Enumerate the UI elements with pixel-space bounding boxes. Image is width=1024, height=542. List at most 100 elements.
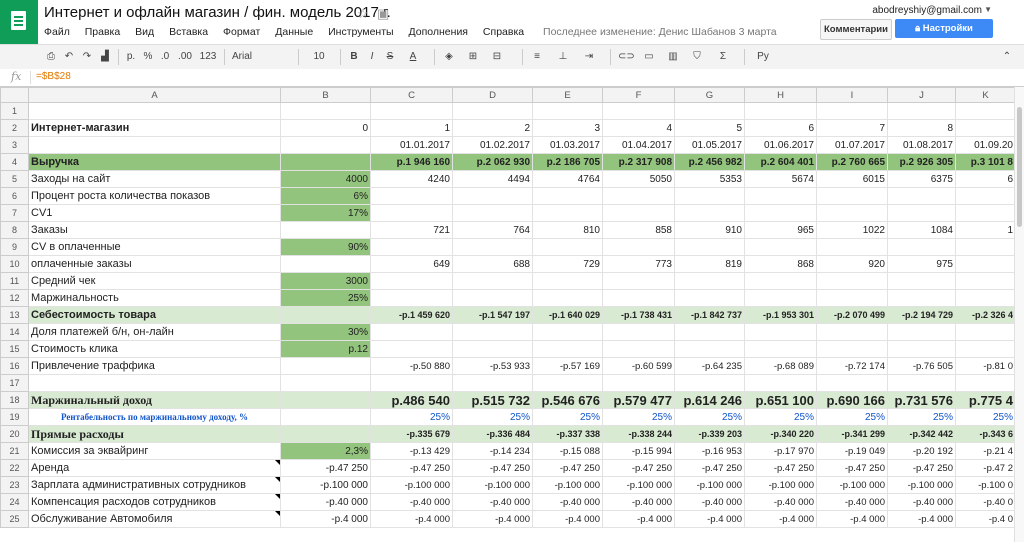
cell-value[interactable]: 25% xyxy=(370,408,453,426)
cell-value[interactable]: -р.47 250 xyxy=(532,459,603,477)
star-icon[interactable]: ☆ xyxy=(357,6,369,22)
paint-format-icon[interactable]: ▟ xyxy=(98,49,112,65)
cell-value[interactable]: 819 xyxy=(674,255,745,273)
vertical-scrollbar[interactable] xyxy=(1014,87,1024,542)
chart-icon[interactable]: ▥ xyxy=(666,49,680,65)
cell-input[interactable] xyxy=(280,391,371,409)
column-header[interactable]: H xyxy=(744,87,817,103)
cell-value[interactable]: -р.50 880 xyxy=(370,357,453,375)
cell-value[interactable]: 1 xyxy=(370,119,453,137)
cell-value[interactable] xyxy=(602,340,675,358)
column-header[interactable]: D xyxy=(452,87,533,103)
percent-format-button[interactable]: % xyxy=(142,49,154,65)
cell-value[interactable]: -р.47 250 xyxy=(674,459,745,477)
cell-value[interactable]: р.731 576 xyxy=(887,391,956,409)
cell-value[interactable]: 868 xyxy=(744,255,817,273)
column-header[interactable]: B xyxy=(280,87,371,103)
wrap-text-icon[interactable]: ⇥ xyxy=(582,49,596,65)
cell-value[interactable] xyxy=(955,119,1016,137)
cell-value[interactable]: -р.21 4 xyxy=(955,442,1016,460)
cell-value[interactable]: -р.47 250 xyxy=(816,459,888,477)
row-number[interactable]: 22 xyxy=(0,459,29,477)
merge-cells-icon[interactable]: ⊟ xyxy=(490,49,504,65)
cell-value[interactable] xyxy=(602,102,675,120)
cell-value[interactable]: -р.100 000 xyxy=(674,476,745,494)
cell-value[interactable] xyxy=(887,187,956,205)
more-formats-button[interactable]: 123 xyxy=(197,49,219,65)
column-header[interactable]: K xyxy=(955,87,1016,103)
cell-value[interactable] xyxy=(816,238,888,256)
cell-label[interactable]: Комиссия за эквайринг xyxy=(28,442,281,460)
cell-value[interactable]: 920 xyxy=(816,255,888,273)
cell-value[interactable] xyxy=(887,102,956,120)
cell-input[interactable] xyxy=(280,255,371,273)
cell-value[interactable] xyxy=(674,272,745,290)
cell-value[interactable]: -р.64 235 xyxy=(674,357,745,375)
cell-value[interactable]: 5674 xyxy=(744,170,817,188)
cell-label[interactable]: CV в оплаченные xyxy=(28,238,281,256)
cell-label[interactable]: Интернет-магазин xyxy=(28,119,281,137)
cell-label[interactable]: Выручка xyxy=(28,153,281,171)
cell-value[interactable]: р.614 246 xyxy=(674,391,745,409)
cell-value[interactable]: 25% xyxy=(744,408,817,426)
cell-value[interactable]: -р.100 000 xyxy=(887,476,956,494)
cell-input[interactable]: 30% xyxy=(280,323,371,341)
cell-value[interactable]: 1084 xyxy=(887,221,956,239)
cell-value[interactable]: р.2 456 982 xyxy=(674,153,745,171)
cell-label[interactable]: Заходы на сайт xyxy=(28,170,281,188)
cell-value[interactable]: -р.40 000 xyxy=(887,493,956,511)
cell-value[interactable] xyxy=(887,340,956,358)
cell-value[interactable] xyxy=(816,102,888,120)
column-header[interactable]: C xyxy=(370,87,453,103)
link-icon[interactable]: ⊂⊃ xyxy=(618,49,635,65)
menu-format[interactable]: Формат xyxy=(223,26,260,38)
cell-value[interactable]: -р.1 640 029 xyxy=(532,306,603,324)
cell-value[interactable]: р.2 186 705 xyxy=(532,153,603,171)
cell-value[interactable] xyxy=(602,323,675,341)
cell-value[interactable]: -р.342 442 xyxy=(887,425,956,443)
fill-color-icon[interactable]: ◈ xyxy=(442,49,456,65)
row-number[interactable]: 21 xyxy=(0,442,29,460)
cell-value[interactable]: -р.100 0 xyxy=(955,476,1016,494)
cell-value[interactable]: -р.15 088 xyxy=(532,442,603,460)
row-number[interactable]: 15 xyxy=(0,340,29,358)
cell-value[interactable] xyxy=(532,272,603,290)
cell-value[interactable] xyxy=(674,102,745,120)
cell-value[interactable] xyxy=(816,187,888,205)
row-number[interactable]: 24 xyxy=(0,493,29,511)
cell-value[interactable]: 910 xyxy=(674,221,745,239)
cell-value[interactable]: 858 xyxy=(602,221,675,239)
cell-value[interactable] xyxy=(674,187,745,205)
cell-value[interactable] xyxy=(816,289,888,307)
row-number[interactable]: 12 xyxy=(0,289,29,307)
cell-value[interactable]: -р.47 250 xyxy=(887,459,956,477)
cell-label[interactable]: Доля платежей б/н, он-лайн xyxy=(28,323,281,341)
cell-value[interactable] xyxy=(955,323,1016,341)
cell-value[interactable]: 25% xyxy=(532,408,603,426)
cell-value[interactable]: р.690 166 xyxy=(816,391,888,409)
cell-label[interactable]: Стоимость клика xyxy=(28,340,281,358)
font-size-select[interactable]: 10 xyxy=(306,49,332,65)
cell-label[interactable]: Процент роста количества показов xyxy=(28,187,281,205)
cell-value[interactable]: 6 xyxy=(955,170,1016,188)
cell-value[interactable]: -р.100 000 xyxy=(452,476,533,494)
borders-icon[interactable]: ⊞ xyxy=(466,49,480,65)
cell-value[interactable]: р.775 4 xyxy=(955,391,1016,409)
cell-value[interactable]: -р.47 250 xyxy=(370,459,453,477)
cell-input[interactable] xyxy=(280,408,371,426)
cell-value[interactable]: -р.40 000 xyxy=(674,493,745,511)
cell-value[interactable]: 975 xyxy=(887,255,956,273)
cell-value[interactable]: -р.100 000 xyxy=(370,476,453,494)
cell-value[interactable]: -р.4 000 xyxy=(887,510,956,528)
cell-input[interactable]: 4000 xyxy=(280,170,371,188)
cell-value[interactable] xyxy=(816,204,888,222)
cell-value[interactable] xyxy=(370,187,453,205)
cell-label[interactable]: CV1 xyxy=(28,204,281,222)
cell-label[interactable]: Рентабельность по маржинальному доходу, … xyxy=(28,408,281,426)
cell-value[interactable] xyxy=(370,272,453,290)
cell-value[interactable]: 4 xyxy=(602,119,675,137)
cell-value[interactable] xyxy=(452,187,533,205)
cell-value[interactable]: 721 xyxy=(370,221,453,239)
cell-input[interactable] xyxy=(280,153,371,171)
cell-label[interactable] xyxy=(28,136,281,154)
